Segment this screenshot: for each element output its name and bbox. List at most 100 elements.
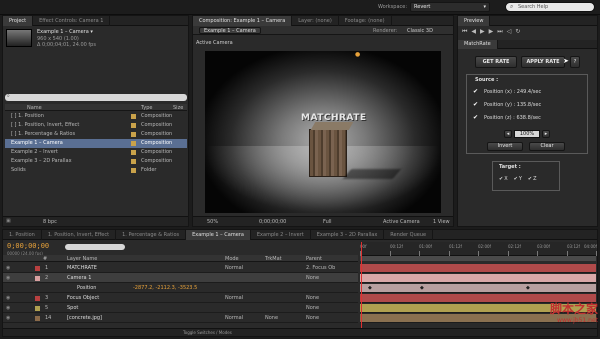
current-time-indicator[interactable]	[361, 242, 362, 336]
parent-select[interactable]: 2. Focus Ob	[306, 263, 335, 273]
percent-field[interactable]: 100%	[514, 130, 540, 138]
project-list-item[interactable]: Example 2 – Invert Composition	[5, 148, 187, 157]
parent-select[interactable]: None	[306, 293, 319, 303]
prev-frame-icon[interactable]: ◀	[471, 28, 480, 35]
layer-row[interactable]: ◉ 2 Camera 1 None	[3, 273, 358, 283]
target-option[interactable]: ✔X	[499, 176, 508, 182]
label-color-swatch[interactable]	[131, 114, 136, 119]
toggle-switches-label[interactable]: Toggle Switches / Modes	[183, 330, 232, 335]
project-search-input[interactable]: ⌕	[5, 93, 187, 101]
first-frame-icon[interactable]: ⏮	[462, 28, 471, 35]
apply-rate-button[interactable]: APPLY RATE	[521, 56, 565, 68]
mode-select[interactable]: Normal	[225, 293, 243, 303]
get-rate-button[interactable]: GET RATE	[475, 56, 517, 68]
property-row[interactable]: Position -2877.2, -2112.3, -3523.5	[3, 283, 358, 293]
timecode-display[interactable]: 0;00;00;00	[259, 219, 286, 225]
project-list-item[interactable]: Example 1 – Camera Composition	[5, 139, 187, 148]
tab-footage[interactable]: Footage: (none)	[339, 15, 392, 26]
layer-label-color[interactable]	[35, 306, 40, 311]
timeline-search[interactable]	[65, 244, 125, 250]
clear-button[interactable]: Clear	[529, 142, 565, 151]
project-list-item[interactable]: [ ] 1. Position Composition	[5, 112, 187, 121]
project-list-item[interactable]: [ ] 1. Position, Invert, Effect Compositi…	[5, 121, 187, 130]
target-option[interactable]: ✔Z	[528, 176, 537, 182]
source-checkbox[interactable]: ✔	[473, 87, 480, 95]
timeline-tab[interactable]: 1. Percentage & Ratios	[116, 229, 187, 240]
label-color-swatch[interactable]	[131, 150, 136, 155]
layer-duration-bar[interactable]	[360, 264, 596, 272]
help-button[interactable]: ?	[570, 56, 580, 68]
layer-name[interactable]: Spot	[67, 303, 78, 313]
layer-row[interactable]: ◉ 14 [concrete.jpg] Normal None None	[3, 313, 358, 323]
play-icon[interactable]: ▶	[480, 28, 489, 35]
parent-select[interactable]: None	[306, 273, 319, 283]
eye-icon[interactable]: ◉	[6, 293, 10, 303]
header-size[interactable]: Size	[173, 105, 183, 111]
header-type[interactable]: Type	[141, 105, 152, 111]
layer-name[interactable]: MATCHRATE	[67, 263, 97, 273]
layer-label-color[interactable]	[35, 276, 40, 281]
eye-icon[interactable]: ◉	[6, 313, 10, 323]
trash-icon[interactable]: ▣	[6, 218, 11, 224]
layer-row[interactable]: ◉ 1 MATCHRATE Normal 2. Focus Ob	[3, 263, 358, 273]
header-name[interactable]: Name	[27, 105, 42, 111]
label-color-swatch[interactable]	[131, 132, 136, 137]
source-checkbox[interactable]: ✔	[473, 100, 480, 108]
trkmat-select[interactable]: None	[265, 313, 278, 323]
mode-select[interactable]: Normal	[225, 263, 243, 273]
label-color-swatch[interactable]	[131, 159, 136, 164]
bpc-label[interactable]: 8 bpc	[43, 219, 57, 225]
workspace-select[interactable]: Revert ▾	[410, 2, 490, 12]
tab-project[interactable]: Project	[3, 15, 34, 26]
eye-icon[interactable]: ◉	[6, 303, 10, 313]
invert-button[interactable]: Invert	[487, 142, 523, 151]
tab-layer[interactable]: Layer: (none)	[292, 15, 339, 26]
zoom-select[interactable]: 50%	[207, 219, 218, 225]
col-layer-name[interactable]: Layer Name	[67, 256, 97, 262]
project-list-item[interactable]: Solids Folder	[5, 166, 187, 175]
decrement-button[interactable]: ◂	[504, 130, 512, 138]
light-point-icon[interactable]: ●	[355, 51, 360, 58]
timeline-timecode[interactable]: 0;00;00;00	[7, 242, 49, 250]
eye-icon[interactable]: ◉	[6, 263, 10, 273]
label-color-swatch[interactable]	[131, 141, 136, 146]
tab-matchrate[interactable]: MatchRate	[458, 40, 498, 49]
project-list-item[interactable]: Example 3 – 2D Parallax Composition	[5, 157, 187, 166]
tab-composition[interactable]: Composition: Example 1 – Camera	[193, 15, 293, 26]
mode-select[interactable]: Normal	[225, 313, 243, 323]
timeline-tab[interactable]: Example 2 – Invert	[251, 229, 311, 240]
keyframe-marker[interactable]: ◆	[368, 285, 372, 291]
timeline-tab[interactable]: Render Queue	[384, 229, 434, 240]
resolution-select[interactable]: Full	[323, 219, 332, 225]
eye-icon[interactable]: ◉	[6, 273, 10, 283]
keyframe-marker[interactable]: ◆	[420, 285, 424, 291]
comp-subtab[interactable]: Example 1 – Camera	[199, 27, 261, 34]
label-color-swatch[interactable]	[131, 168, 136, 173]
increment-button[interactable]: ▸	[542, 130, 550, 138]
source-checkbox[interactable]: ✔	[473, 113, 480, 121]
tab-effect-controls[interactable]: Effect Controls: Camera 1	[33, 15, 111, 26]
layer-duration-bar[interactable]	[360, 284, 596, 292]
property-value[interactable]: -2877.2, -2112.3, -3523.5	[133, 283, 197, 293]
comp-viewport[interactable]: MATCHRATE	[205, 51, 441, 213]
timeline-tab[interactable]: Example 1 – Camera	[186, 229, 251, 240]
parent-select[interactable]: None	[306, 303, 319, 313]
timeline-tab[interactable]: Example 3 – 2D Parallax	[311, 229, 385, 240]
timeline-tab[interactable]: 1. Position, Invert, Effect	[42, 229, 117, 240]
target-checkbox[interactable]: ✔	[528, 176, 532, 182]
renderer-value[interactable]: Classic 3D	[407, 28, 433, 34]
views-select[interactable]: 1 View	[433, 219, 450, 225]
timeline-tab[interactable]: 1. Position	[3, 229, 42, 240]
project-list-item[interactable]: [ ] 1. Percentage & Ratios Composition	[5, 130, 187, 139]
layer-row[interactable]: ◉ 3 Focus Object Normal None	[3, 293, 358, 303]
next-frame-icon[interactable]: ▶	[489, 28, 498, 35]
property-name[interactable]: Position	[77, 283, 96, 293]
layer-row[interactable]: ◉ 5 Spot None	[3, 303, 358, 313]
keyframe-marker[interactable]: ◆	[526, 285, 530, 291]
layer-name[interactable]: [concrete.jpg]	[67, 313, 102, 323]
layer-name[interactable]: Focus Object	[67, 293, 99, 303]
camera-select[interactable]: Active Camera	[383, 219, 420, 225]
last-frame-icon[interactable]: ⏭	[497, 28, 506, 35]
target-checkbox[interactable]: ✔	[514, 176, 518, 182]
label-color-swatch[interactable]	[131, 123, 136, 128]
